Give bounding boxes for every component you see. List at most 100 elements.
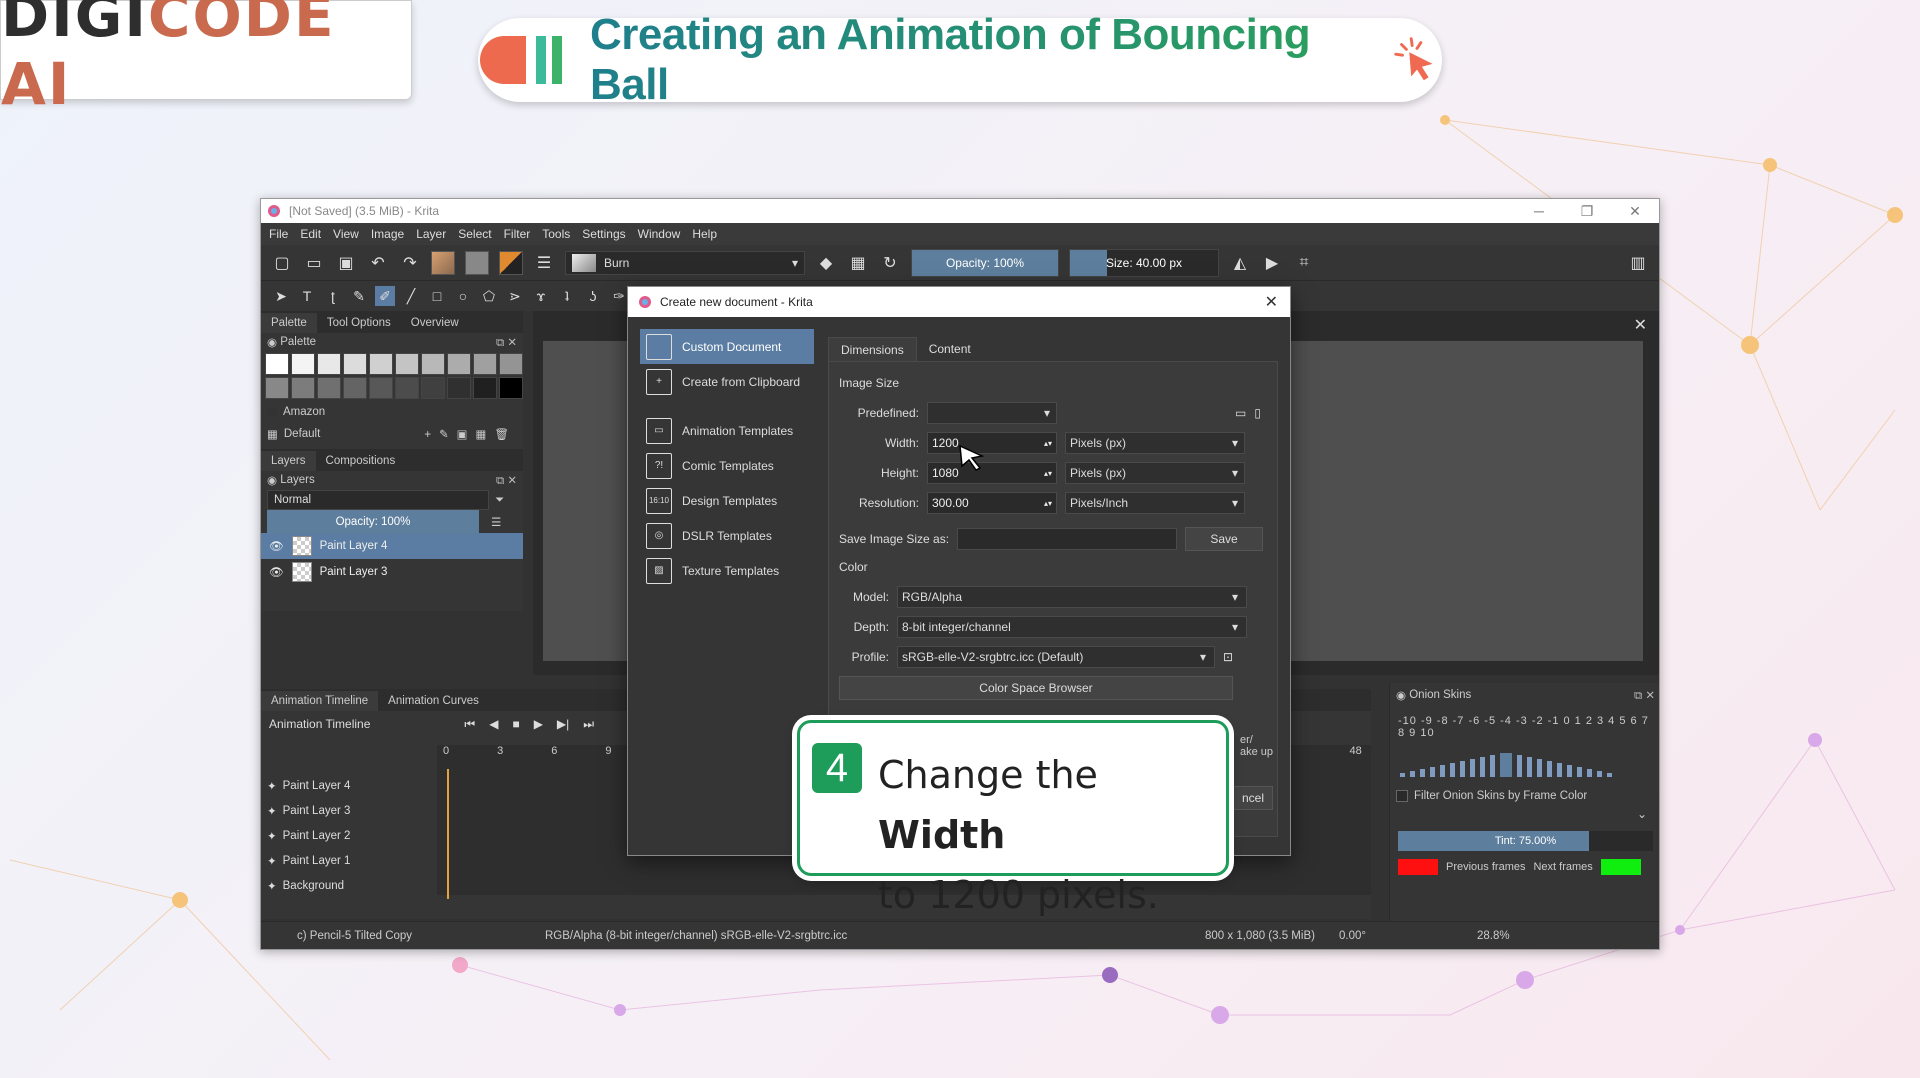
gradient-swatch[interactable]	[431, 250, 455, 275]
opacity-slider[interactable]: Opacity: 100%	[911, 248, 1059, 277]
restore-icon[interactable]: ❐	[1563, 203, 1611, 220]
new-document-icon[interactable]: ▢	[271, 252, 293, 274]
ellipse-tool-icon[interactable]: ○	[453, 286, 473, 306]
height-input[interactable]: 1080 ▴▾	[927, 462, 1057, 484]
landscape-icon[interactable]: ▭	[1235, 406, 1246, 420]
onion-opacity-bars[interactable]	[1390, 747, 1659, 777]
menu-filter[interactable]: Filter	[504, 227, 531, 241]
onion-float-close-icon[interactable]: ⧉ ✕	[1634, 688, 1655, 703]
tab-layers[interactable]: Layers	[261, 451, 316, 471]
brush-preset-select[interactable]: Burn ▾	[565, 250, 805, 275]
tab-palette[interactable]: Palette	[261, 313, 317, 333]
menu-view[interactable]: View	[333, 227, 359, 241]
polyline-tool-icon[interactable]: ⋗	[505, 286, 525, 306]
tab-animation-curves[interactable]: Animation Curves	[378, 691, 489, 711]
layer-row[interactable]: 👁 Paint Layer 3	[261, 559, 523, 585]
layer-opacity-slider[interactable]: Opacity: 100%	[267, 510, 479, 534]
eye-icon[interactable]: 👁	[269, 565, 284, 579]
pin-icon[interactable]: ✦	[267, 854, 277, 868]
prev-frame-icon[interactable]: ◀	[489, 717, 498, 731]
workspace-icon[interactable]: ▥	[1627, 252, 1649, 274]
tab-tool-options[interactable]: Tool Options	[317, 313, 401, 333]
dialog-close-icon[interactable]: ✕	[1265, 292, 1278, 312]
brush-settings-icon[interactable]: ☰	[533, 252, 555, 274]
calligraphy-tool-icon[interactable]: ʈ	[323, 286, 343, 306]
sidebar-item-create-from-clipboard[interactable]: + Create from Clipboard	[640, 364, 814, 399]
bezier-tool-icon[interactable]: ɤ	[531, 286, 551, 306]
select-tool-icon[interactable]: ➤	[271, 286, 291, 306]
first-frame-icon[interactable]: ⏮	[464, 717, 475, 732]
edit-shapes-icon[interactable]: ✎	[349, 286, 369, 306]
chevron-down-icon[interactable]: ⌄	[1390, 807, 1659, 821]
crop-icon[interactable]: ⌗	[1293, 252, 1315, 274]
timeline-layer-row[interactable]: ✦ Background	[261, 873, 437, 898]
timeline-layer-row[interactable]: ✦ Paint Layer 1	[261, 848, 437, 873]
redo-icon[interactable]: ↷	[399, 252, 421, 274]
color-space-browser-button[interactable]: Color Space Browser	[839, 676, 1233, 700]
menu-window[interactable]: Window	[638, 227, 681, 241]
timeline-layer-row[interactable]: ✦ Paint Layer 3	[261, 798, 437, 823]
depth-select[interactable]: 8-bit integer/channel ▾	[897, 616, 1247, 638]
dynamic-brush-icon[interactable]: ʖ	[583, 286, 603, 306]
mirror-horizontal-icon[interactable]: ◭	[1229, 252, 1251, 274]
polygon-tool-icon[interactable]: ⬠	[479, 286, 499, 306]
palette-name[interactable]: Amazon	[283, 406, 325, 418]
sidebar-item-dslr-templates[interactable]: ◎ DSLR Templates	[640, 518, 814, 553]
palette-grid[interactable]	[261, 351, 523, 401]
pattern-swatch[interactable]	[465, 250, 489, 275]
cancel-button[interactable]: ncel	[1233, 786, 1273, 810]
pin-icon[interactable]: ✦	[267, 879, 277, 893]
sidebar-item-design-templates[interactable]: 16:10 Design Templates	[640, 483, 814, 518]
mirror-vertical-icon[interactable]: ▶	[1261, 252, 1283, 274]
freehand-path-icon[interactable]: ʇ	[557, 286, 577, 306]
tab-animation-timeline[interactable]: Animation Timeline	[261, 691, 379, 711]
menu-help[interactable]: Help	[692, 227, 717, 241]
playhead[interactable]	[447, 769, 449, 899]
brush-tool-icon[interactable]: ✐	[375, 286, 395, 306]
layers-float-close-icon[interactable]: ⧉ ✕	[496, 473, 517, 488]
filter-icon[interactable]: ⏷	[495, 494, 504, 507]
layer-row[interactable]: 👁 Paint Layer 4	[261, 533, 523, 559]
alpha-lock-icon[interactable]: ▦	[847, 252, 869, 274]
height-unit-select[interactable]: Pixels (px) ▾	[1065, 462, 1245, 484]
palette-actions-icon[interactable]: +✎▣▦🗑	[424, 427, 517, 441]
eraser-icon[interactable]: ◆	[815, 252, 837, 274]
menu-edit[interactable]: Edit	[300, 227, 321, 241]
save-size-input[interactable]	[957, 528, 1178, 550]
profile-info-icon[interactable]: ⊡	[1223, 650, 1233, 664]
timeline-layer-row[interactable]: ✦ Paint Layer 4	[261, 773, 437, 798]
tab-content[interactable]: Content	[917, 337, 983, 361]
spin-icon[interactable]: ▴▾	[1044, 469, 1052, 478]
line-tool-icon[interactable]: ╱	[401, 286, 421, 306]
last-frame-icon[interactable]: ⏭	[583, 717, 594, 732]
filter-checkbox[interactable]	[1396, 790, 1408, 802]
next-frames-color[interactable]	[1600, 859, 1641, 875]
model-select[interactable]: RGB/Alpha ▾	[897, 586, 1247, 608]
menu-select[interactable]: Select	[458, 227, 491, 241]
menu-settings[interactable]: Settings	[582, 227, 625, 241]
rectangle-tool-icon[interactable]: □	[427, 286, 447, 306]
save-icon[interactable]: ▣	[335, 252, 357, 274]
reload-preset-icon[interactable]: ↻	[879, 252, 901, 274]
menu-image[interactable]: Image	[371, 227, 404, 241]
palette-default[interactable]: Default	[284, 428, 320, 440]
minimize-icon[interactable]: ─	[1515, 203, 1563, 220]
multibrush-icon[interactable]: ✑	[609, 286, 629, 306]
profile-select[interactable]: sRGB-elle-V2-srgbtrc.icc (Default) ▾	[897, 646, 1215, 668]
play-icon[interactable]: ▶	[534, 717, 543, 731]
resolution-unit-select[interactable]: Pixels/Inch ▾	[1065, 492, 1245, 514]
pin-icon[interactable]: ✦	[267, 804, 277, 818]
close-view-icon[interactable]: ✕	[1634, 315, 1647, 335]
tab-compositions[interactable]: Compositions	[316, 451, 406, 471]
layer-menu-icon[interactable]: ☰	[491, 515, 501, 529]
fg-bg-color-icon[interactable]	[499, 250, 523, 275]
open-folder-icon[interactable]: ▭	[303, 252, 325, 274]
menu-layer[interactable]: Layer	[416, 227, 446, 241]
sidebar-item-custom-document[interactable]: Custom Document	[640, 329, 814, 364]
tab-overview[interactable]: Overview	[401, 313, 469, 333]
menu-file[interactable]: File	[269, 227, 288, 241]
size-slider[interactable]: Size: 40.00 px	[1069, 248, 1219, 277]
sidebar-item-animation-templates[interactable]: ▭ Animation Templates	[640, 413, 814, 448]
width-input[interactable]: 1200 ▴▾	[927, 432, 1057, 454]
spin-icon[interactable]: ▴▾	[1044, 499, 1052, 508]
